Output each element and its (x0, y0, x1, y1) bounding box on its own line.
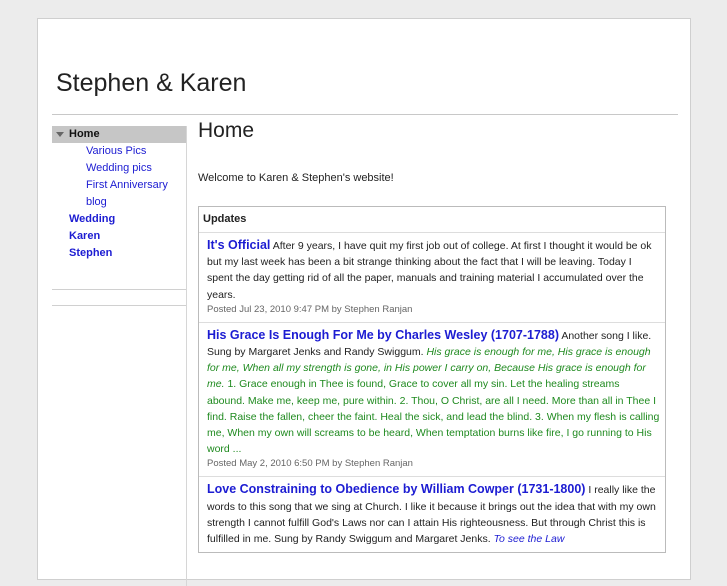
main-content: Home Welcome to Karen & Stephen's websit… (198, 119, 668, 554)
collapse-triangle-icon[interactable] (56, 132, 64, 137)
welcome-text: Welcome to Karen & Stephen's website! (198, 172, 394, 184)
nav-item-wedding[interactable]: Wedding (52, 211, 187, 228)
nav-home-label: Home (69, 128, 100, 140)
nav-item-blog[interactable]: blog (52, 194, 187, 211)
nav-item-stephen[interactable]: Stephen (52, 245, 187, 262)
post-title-link[interactable]: It's Official (207, 238, 270, 252)
post-verses: 1. Grace enough in Thee is found, Grace … (207, 378, 660, 456)
nav-item-karen[interactable]: Karen (52, 228, 187, 245)
updates-box: Updates It's Official After 9 years, I h… (198, 206, 666, 554)
post-item: It's Official After 9 years, I have quit… (199, 233, 665, 323)
post-meta: Posted May 2, 2010 6:50 PM by Stephen Ra… (207, 458, 413, 470)
site-title: Stephen & Karen (56, 69, 247, 97)
nav-item-home[interactable]: Home (52, 126, 187, 143)
post-item: His Grace Is Enough For Me by Charles We… (199, 323, 665, 478)
post-item: Love Constraining to Obedience by Willia… (199, 477, 665, 552)
sidebar-border (186, 126, 187, 586)
sidebar-divider (52, 289, 187, 290)
nav-item-first-anniversary[interactable]: First Anniversary (52, 177, 187, 194)
updates-title: Updates (199, 207, 665, 233)
page-heading: Home (198, 119, 255, 142)
page-container: Stephen & Karen Home Various Pics Weddin… (37, 18, 691, 586)
header-divider (52, 114, 678, 115)
post-body: After 9 years, I have quit my first job … (207, 240, 652, 301)
nav-list: Home Various Pics Wedding pics First Ann… (52, 126, 187, 262)
post-meta: Posted Jul 23, 2010 9:47 PM by Stephen R… (207, 303, 413, 315)
post-title-link[interactable]: His Grace Is Enough For Me by Charles We… (207, 328, 559, 342)
nav-item-wedding-pics[interactable]: Wedding pics (52, 160, 187, 177)
sidebar-nav: Home Various Pics Wedding pics First Ann… (52, 126, 187, 262)
nav-item-various-pics[interactable]: Various Pics (52, 143, 187, 160)
sidebar-divider (52, 305, 187, 306)
post-title-link[interactable]: Love Constraining to Obedience by Willia… (207, 482, 585, 496)
post-quote: To see the Law (493, 533, 565, 546)
